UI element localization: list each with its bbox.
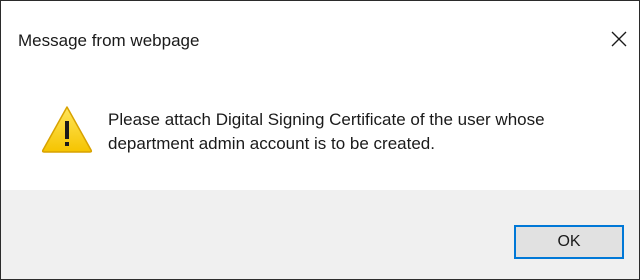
message-dialog: Message from webpage Please attach Digit…	[0, 0, 640, 280]
dialog-message: Please attach Digital Signing Certificat…	[108, 110, 545, 153]
dialog-title: Message from webpage	[18, 31, 200, 50]
ok-button[interactable]: OK	[514, 225, 624, 259]
warning-icon	[41, 106, 93, 153]
close-icon	[611, 31, 627, 47]
title-bar: Message from webpage	[1, 1, 639, 71]
dialog-content: Please attach Digital Signing Certificat…	[1, 71, 639, 186]
ok-button-label: OK	[557, 233, 581, 250]
dialog-footer: OK	[1, 190, 639, 279]
close-button[interactable]	[603, 23, 635, 55]
